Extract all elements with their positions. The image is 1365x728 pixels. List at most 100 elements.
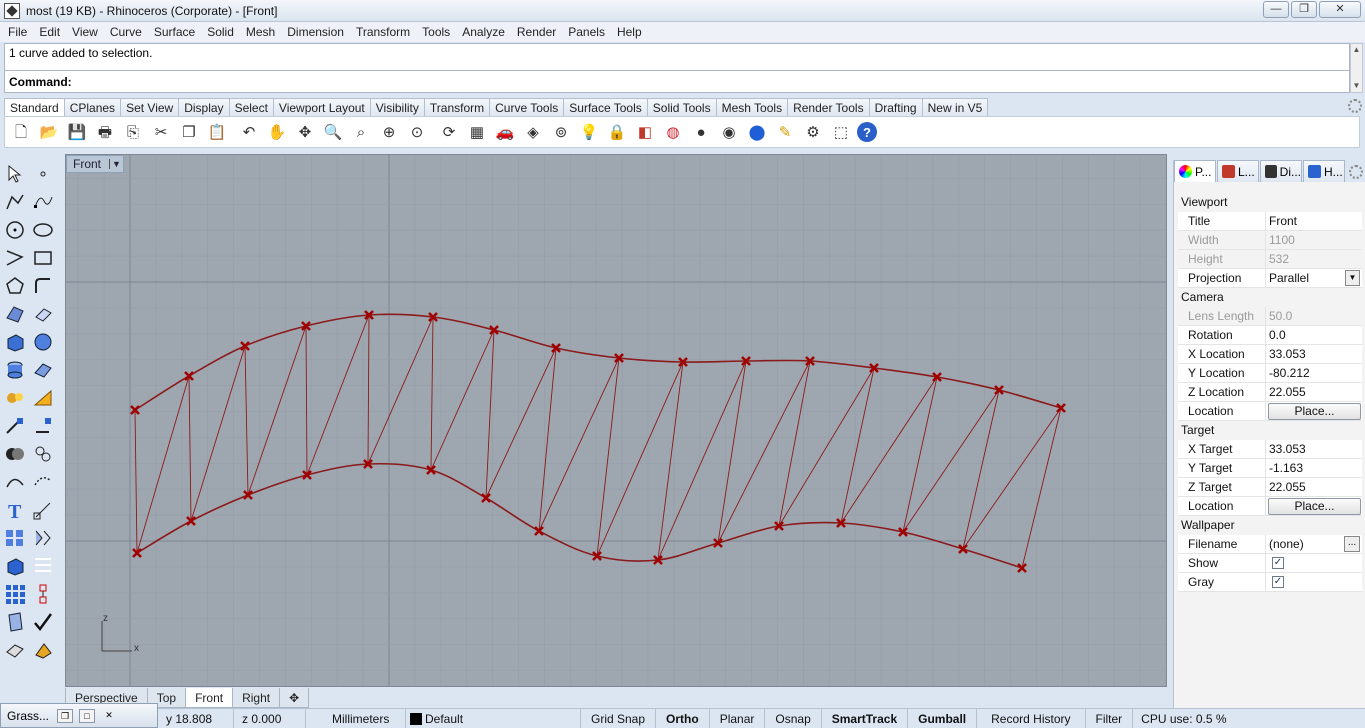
toggle-record-history[interactable]: Record History xyxy=(977,708,1086,728)
lattice-strut[interactable] xyxy=(902,376,938,533)
print-icon[interactable]: 🖶 xyxy=(93,120,117,144)
close-button[interactable]: ✕ xyxy=(1319,1,1361,18)
lattice-strut[interactable] xyxy=(596,357,620,557)
cylinder-icon[interactable] xyxy=(3,358,27,382)
rotate-view-icon[interactable]: ✥ xyxy=(293,120,317,144)
lower-curve[interactable] xyxy=(136,462,1023,569)
lattice-strut[interactable] xyxy=(962,407,1062,550)
status-layer[interactable]: Default xyxy=(406,708,581,728)
lattice-strut[interactable] xyxy=(430,329,495,471)
sphere-icon[interactable] xyxy=(31,330,55,354)
grid-icon[interactable] xyxy=(31,554,55,578)
arc-icon[interactable] xyxy=(3,246,27,270)
menu-render[interactable]: Render xyxy=(511,25,562,39)
lattice-strut[interactable] xyxy=(244,345,249,496)
prop-value[interactable]: -80.212 xyxy=(1266,364,1362,382)
restore-icon[interactable]: ❐ xyxy=(57,708,74,723)
ellipse-icon[interactable] xyxy=(31,218,55,242)
gear-icon[interactable]: ⚙ xyxy=(801,120,825,144)
four-viewports-icon[interactable]: ▦ xyxy=(465,120,489,144)
layer-icon[interactable]: ◧ xyxy=(633,120,657,144)
lattice-strut[interactable] xyxy=(962,389,1000,550)
lattice-strut[interactable] xyxy=(538,347,557,532)
place-button[interactable]: Place... xyxy=(1268,498,1361,515)
tab-curve-tools[interactable]: Curve Tools xyxy=(489,98,565,116)
menu-help[interactable]: Help xyxy=(611,25,648,39)
toggle-filter[interactable]: Filter xyxy=(1086,708,1134,728)
boolean-union-icon[interactable] xyxy=(3,442,27,466)
shaded-sphere-icon[interactable]: ● xyxy=(689,120,713,144)
toggle-grid-snap[interactable]: Grid Snap xyxy=(581,708,657,728)
maximize-button[interactable]: ❐ xyxy=(1291,1,1317,18)
prop-value[interactable]: 33.053 xyxy=(1266,440,1362,458)
lattice-strut[interactable] xyxy=(657,361,684,561)
lattice-strut[interactable] xyxy=(485,347,557,499)
tab-transform[interactable]: Transform xyxy=(423,98,491,116)
rotate-camera-icon[interactable]: ⟳ xyxy=(437,120,461,144)
viewport-scene[interactable] xyxy=(66,155,1167,687)
panel-tab-help[interactable]: H... xyxy=(1303,160,1345,182)
pen-tool-icon[interactable] xyxy=(31,638,55,662)
mirror-icon[interactable] xyxy=(31,526,55,550)
tab-standard[interactable]: Standard xyxy=(4,98,65,116)
status-units[interactable]: Millimeters xyxy=(306,708,406,728)
panel-tab-properties[interactable]: P... xyxy=(1174,160,1216,182)
rhino-app-icon[interactable] xyxy=(4,2,20,19)
prop-value[interactable]: 0.0 xyxy=(1266,326,1362,344)
car-icon[interactable]: 🚗 xyxy=(493,120,517,144)
lattice-strut[interactable] xyxy=(188,375,192,522)
panel-options-gear-icon[interactable] xyxy=(1349,165,1363,179)
scale-icon[interactable] xyxy=(3,638,27,662)
prop-value[interactable]: 22.055 xyxy=(1266,383,1362,401)
menu-curve[interactable]: Curve xyxy=(104,25,148,39)
upper-curve[interactable] xyxy=(134,313,1062,411)
cplane-box-icon[interactable] xyxy=(3,554,27,578)
trim-icon[interactable] xyxy=(31,386,55,410)
lattice-strut[interactable] xyxy=(134,409,138,554)
move-icon[interactable] xyxy=(3,414,27,438)
lattice-strut[interactable] xyxy=(778,367,875,527)
toggle-planar[interactable]: Planar xyxy=(710,708,766,728)
box-icon[interactable] xyxy=(3,330,27,354)
prop-value[interactable]: Front xyxy=(1266,212,1362,230)
panel-tab-display[interactable]: Di... xyxy=(1260,160,1302,182)
menu-tools[interactable]: Tools xyxy=(416,25,456,39)
toggle-gumball[interactable]: Gumball xyxy=(908,708,978,728)
blue-sphere-icon[interactable]: ⬤ xyxy=(745,120,769,144)
menu-surface[interactable]: Surface xyxy=(148,25,201,39)
undo-icon[interactable]: ↶ xyxy=(237,120,261,144)
lattice-strut[interactable] xyxy=(596,361,684,557)
lock-icon[interactable]: 🔒 xyxy=(605,120,629,144)
menu-dimension[interactable]: Dimension xyxy=(281,25,350,39)
extrude-surface-icon[interactable] xyxy=(31,302,55,326)
help-icon[interactable]: ? xyxy=(857,122,877,142)
tab-solid-tools[interactable]: Solid Tools xyxy=(646,98,717,116)
prop-value[interactable]: (none)... xyxy=(1266,535,1362,553)
viewport-tab-right[interactable]: Right xyxy=(232,688,281,708)
toolbar-options-gear-icon[interactable] xyxy=(1348,99,1362,113)
menu-file[interactable]: File xyxy=(2,25,33,39)
zoom-window-icon[interactable]: ⌕ xyxy=(349,120,373,144)
lattice-strut[interactable] xyxy=(367,316,434,465)
open-file-icon[interactable]: 📂 xyxy=(37,120,61,144)
copy-icon[interactable]: ❐ xyxy=(177,120,201,144)
close-icon[interactable]: ✕ xyxy=(101,709,117,723)
prop-value[interactable]: Place... xyxy=(1266,402,1362,420)
scroll-down-icon[interactable]: ▼ xyxy=(1351,80,1362,92)
prop-value[interactable]: 22.055 xyxy=(1266,478,1362,496)
array-polar-icon[interactable] xyxy=(3,582,27,606)
pen-icon[interactable]: ✎ xyxy=(773,120,797,144)
menu-transform[interactable]: Transform xyxy=(350,25,416,39)
cplane-icon[interactable]: ◈ xyxy=(521,120,545,144)
tab-surface-tools[interactable]: Surface Tools xyxy=(563,98,648,116)
color-wheel-icon[interactable]: ◍ xyxy=(661,120,685,144)
tab-new-in-v5[interactable]: New in V5 xyxy=(921,98,989,116)
tab-set-view[interactable]: Set View xyxy=(120,98,180,116)
viewport-tab-front[interactable]: Front xyxy=(185,688,234,708)
circle-icon[interactable] xyxy=(3,218,27,242)
prop-value[interactable]: ✓ xyxy=(1266,554,1362,572)
lattice-strut[interactable] xyxy=(538,357,620,532)
lattice-strut[interactable] xyxy=(367,314,370,465)
polyline-icon[interactable] xyxy=(3,190,27,214)
polygon-icon[interactable] xyxy=(3,274,27,298)
